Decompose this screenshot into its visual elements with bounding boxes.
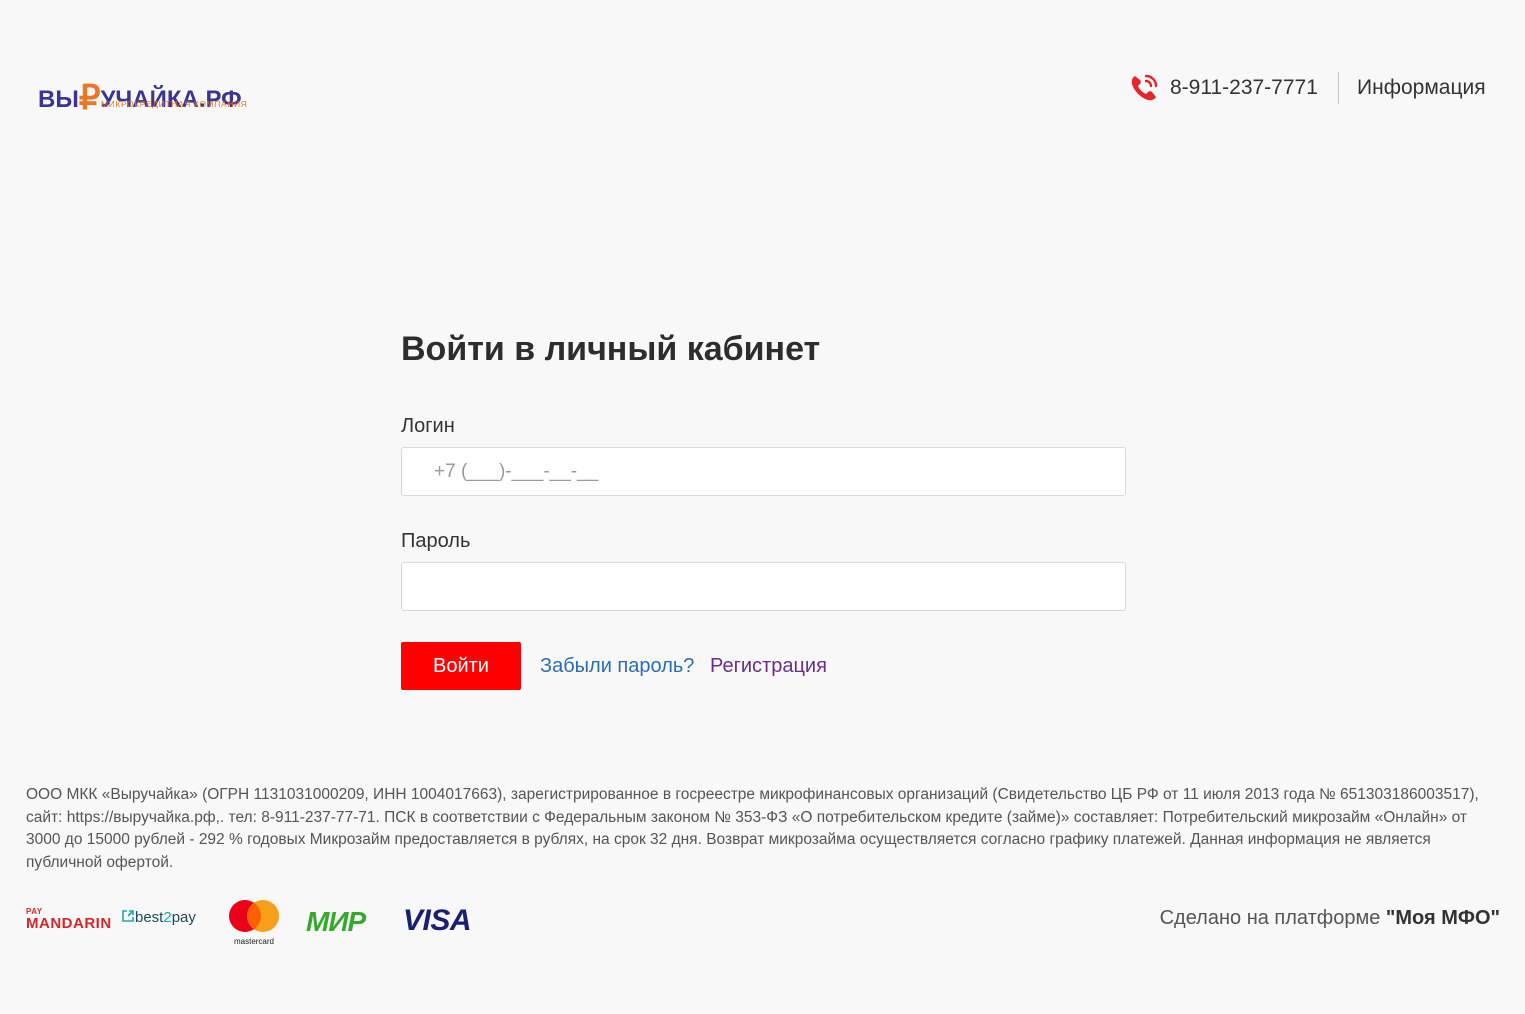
phone-icon	[1131, 74, 1158, 101]
pay-mandarin-big: MANDARIN	[26, 915, 112, 932]
password-input[interactable]	[401, 562, 1126, 611]
site-header: ВЫ₽УЧАЙКА.РФ МИКРОКРЕДИТНАЯ КОМПАНИЯ 8-9…	[0, 0, 1525, 180]
page-title: Войти в личный кабинет	[401, 330, 821, 368]
payment-logos: PAY MANDARIN best2pay mastercard МИР VIS…	[26, 895, 496, 946]
info-link[interactable]: Информация	[1357, 76, 1486, 100]
mastercard-logo: mastercard	[227, 899, 281, 946]
header-divider	[1338, 72, 1339, 104]
platform-name[interactable]: "Моя МФО"	[1386, 907, 1500, 929]
register-link[interactable]: Регистрация	[710, 655, 827, 678]
mastercard-circles-icon	[229, 900, 279, 932]
best2pay-arrow-icon	[122, 910, 134, 922]
mastercard-text: mastercard	[233, 937, 274, 946]
best2pay-c: pay	[171, 909, 196, 926]
password-label: Пароль	[401, 530, 471, 552]
logo-ruble-mark: ₽	[78, 79, 101, 117]
site-logo[interactable]: ВЫ₽УЧАЙКА.РФ МИКРОКРЕДИТНАЯ КОМПАНИЯ	[38, 62, 253, 117]
logo-wordmark: ВЫ₽УЧАЙКА.РФ	[38, 76, 242, 117]
login-input[interactable]	[401, 447, 1126, 496]
best2pay-logo: best2pay	[121, 909, 196, 926]
platform-prefix: Сделано на платформе	[1159, 907, 1386, 929]
forgot-password-link[interactable]: Забыли пароль?	[540, 655, 694, 678]
header-phone-number[interactable]: 8-911-237-7771	[1170, 76, 1318, 100]
legal-disclaimer: ООО МКК «Выручайка» (ОГРН 1131031000209,…	[26, 786, 1479, 872]
logo-tagline: МИКРОКРЕДИТНАЯ КОМПАНИЯ	[101, 99, 248, 109]
best2pay-b: 2	[163, 909, 172, 926]
platform-credit: Сделано на платформе "Моя МФО"	[1160, 907, 1500, 930]
logo-wordmark-left: ВЫ	[38, 86, 79, 113]
login-label: Логин	[401, 415, 455, 437]
visa-logo: VISA	[403, 904, 472, 937]
login-submit-button[interactable]: Войти	[401, 642, 521, 690]
mir-logo: МИР	[306, 906, 366, 937]
best2pay-a: best	[135, 909, 164, 926]
